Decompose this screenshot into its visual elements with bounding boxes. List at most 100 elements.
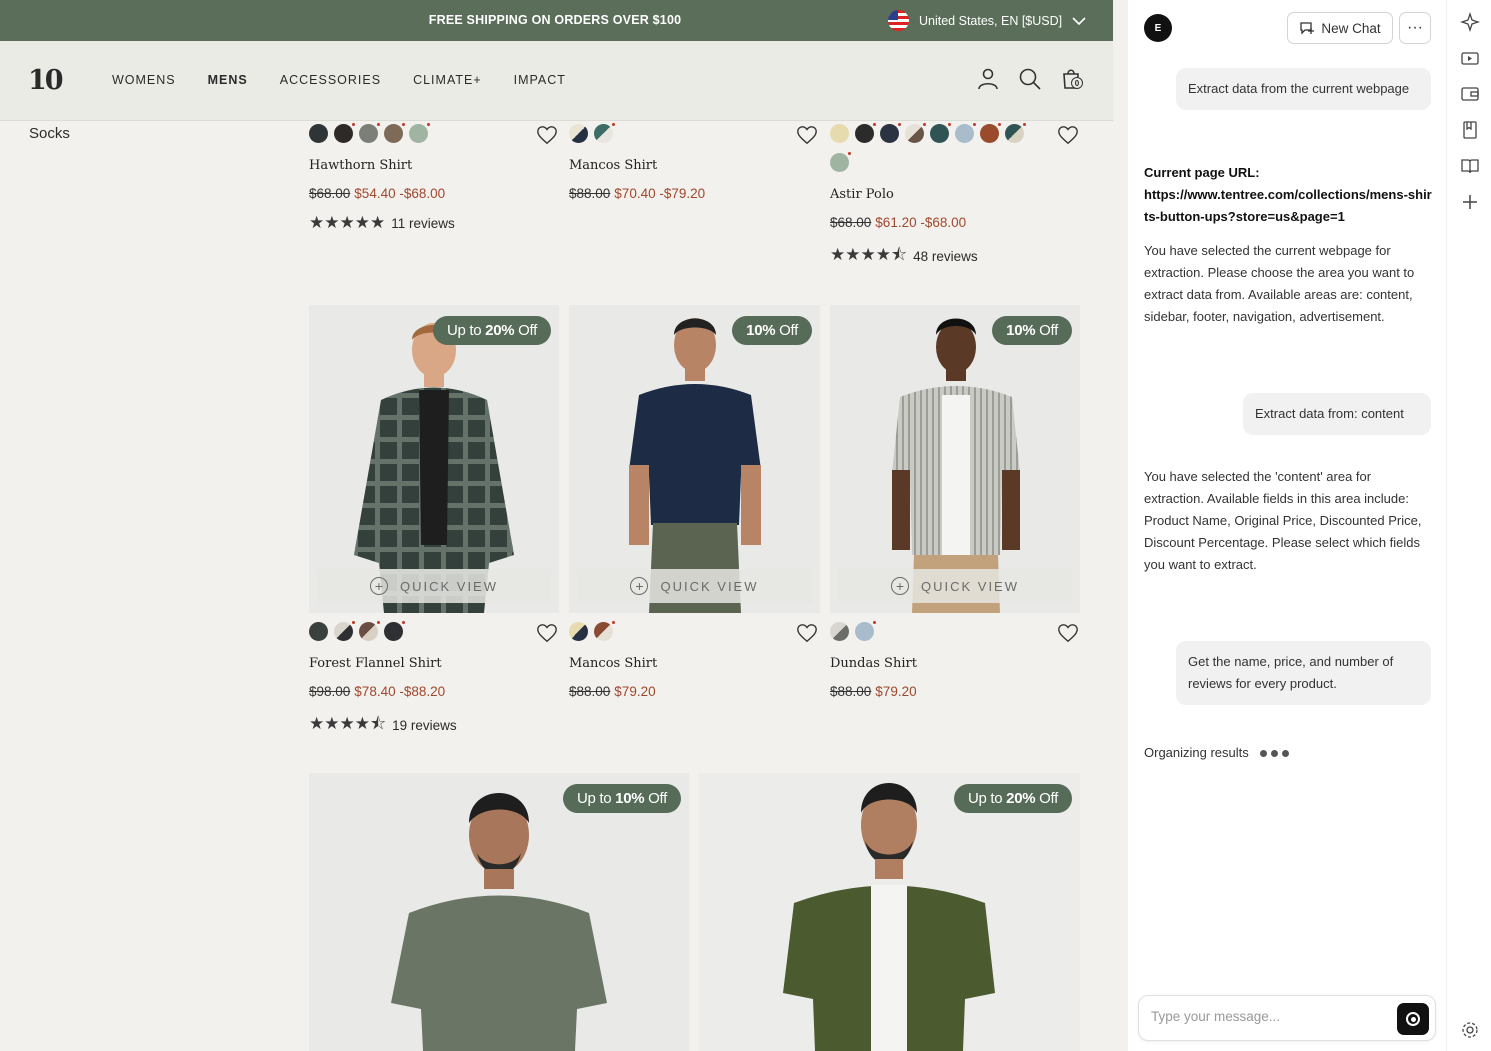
account-icon[interactable] [976,67,1000,91]
product-image[interactable]: 10% Off + QUICK VIEW [830,305,1080,613]
product-card[interactable]: Mancos Shirt $88.00 $79.20 [569,621,819,699]
color-swatch[interactable] [384,621,405,641]
user-message: Extract data from: content [1243,393,1431,435]
locale-selector[interactable]: United States, EN [$USD] [888,10,1086,31]
model-olive-shirt-image [783,783,995,1051]
color-swatch[interactable] [309,124,328,143]
rating-stars: ★★★★⯪ [309,714,387,733]
product-rating[interactable]: ★★★★⯪ 48 reviews [830,242,1080,271]
product-card[interactable]: Mancos Shirt $88.00 $70.40 -$79.20 [569,123,819,201]
color-swatch[interactable] [334,621,355,641]
product-rating[interactable]: ★★★★⯪ 19 reviews [309,711,559,740]
plus-circle-icon: + [630,577,649,595]
message-composer [1138,995,1436,1041]
bot-message: You have selected the 'content' area for… [1144,469,1422,572]
product-card[interactable]: Dundas Shirt $88.00 $79.20 [830,621,1080,699]
color-swatch[interactable] [594,621,615,641]
rating-stars: ★★★★⯪ [830,245,908,264]
product-image[interactable]: Up to 20% Off [699,773,1080,1051]
color-swatches [569,123,819,143]
color-swatch[interactable] [409,123,430,143]
new-chat-button[interactable]: New Chat [1287,12,1393,44]
color-swatch[interactable] [980,123,1001,143]
wishlist-heart-icon[interactable] [796,124,818,146]
color-swatch[interactable] [905,123,926,143]
product-price: $98.00 $78.40 -$88.20 [309,684,559,699]
color-swatch[interactable] [855,621,876,641]
assistant-panel: E New Chat ··· Extract data from the cur… [1128,0,1446,1051]
bot-message: Current page URL: https://www.tentree.co… [1144,162,1434,228]
product-name[interactable]: Mancos Shirt [569,656,819,671]
quick-view-button[interactable]: + QUICK VIEW [838,569,1072,603]
color-swatch[interactable] [359,123,380,143]
tentree-logo[interactable]: 10 [28,65,64,96]
user-avatar[interactable]: E [1144,14,1172,42]
color-swatch[interactable] [569,124,588,143]
color-swatch[interactable] [1005,123,1026,143]
send-button[interactable] [1397,1003,1429,1035]
quick-view-button[interactable]: + QUICK VIEW [577,569,812,603]
main-nav: WOMENS MENS ACCESSORIES CLIMATE+ IMPACT [112,73,566,87]
product-name[interactable]: Forest Flannel Shirt [309,656,559,671]
plus-icon[interactable] [1460,192,1480,212]
color-swatch[interactable] [830,124,849,143]
nav-climate[interactable]: CLIMATE+ [413,73,482,87]
color-swatch[interactable] [334,123,355,143]
wallet-icon[interactable] [1460,84,1480,104]
color-swatch[interactable] [955,123,976,143]
quick-view-button[interactable]: + QUICK VIEW [317,569,551,603]
more-options-button[interactable]: ··· [1399,12,1431,44]
rating-stars: ★★★★★ [309,213,386,232]
product-image[interactable]: Up to 10% Off [309,773,689,1051]
product-price: $88.00 $79.20 [569,684,819,699]
sale-price: $54.40 -$68.00 [354,186,446,201]
sparkle-icon[interactable] [1460,12,1480,32]
product-name[interactable]: Mancos Shirt [569,158,819,173]
product-name[interactable]: Hawthorn Shirt [309,158,559,173]
color-swatch[interactable] [855,123,876,143]
wishlist-heart-icon[interactable] [796,622,818,644]
product-card[interactable]: Astir Polo $68.00 $61.20 -$68.00 ★★★★⯪ 48 … [830,123,1080,271]
settings-gear-icon[interactable] [1460,1020,1480,1040]
wishlist-heart-icon[interactable] [1057,124,1079,146]
product-name[interactable]: Astir Polo [830,187,1080,202]
color-swatch[interactable] [880,123,901,143]
sidebar-item-socks[interactable]: Socks [29,125,70,142]
search-icon[interactable] [1018,67,1042,91]
nav-accessories[interactable]: ACCESSORIES [280,73,381,87]
color-swatch[interactable] [594,123,615,143]
cart-count-badge: 0 [1071,77,1083,89]
loading-dots-icon [1260,750,1290,758]
model-flannel-shirt-image [354,323,514,613]
nav-impact[interactable]: IMPACT [514,73,566,87]
wishlist-heart-icon[interactable] [1057,622,1079,644]
model-navy-shirt-image [629,318,761,613]
original-price: $88.00 [830,684,872,699]
message-input[interactable] [1151,1009,1391,1024]
product-card[interactable]: Hawthorn Shirt $68.00 $54.40 -$68.00 ★★★★… [309,123,559,233]
color-swatch[interactable] [309,622,328,641]
product-image[interactable]: 10% Off + QUICK VIEW [569,305,820,613]
color-swatch[interactable] [384,123,405,143]
product-rating[interactable]: ★★★★★ 11 reviews [309,213,559,233]
product-image[interactable]: Up to 20% Off + QUICK VIEW [309,305,559,613]
color-swatch[interactable] [830,622,849,641]
original-price: $98.00 [309,684,351,699]
cart-button[interactable]: 0 [1060,67,1084,91]
video-icon[interactable] [1460,48,1480,68]
color-swatch[interactable] [930,123,951,143]
product-card[interactable]: Forest Flannel Shirt $98.00 $78.40 -$88.2… [309,621,559,740]
plus-circle-icon: + [369,577,388,595]
wishlist-heart-icon[interactable] [536,622,558,644]
wishlist-heart-icon[interactable] [536,124,558,146]
book-open-icon[interactable] [1460,156,1480,176]
nav-womens[interactable]: WOMENS [112,73,176,87]
bookmark-icon[interactable] [1460,120,1480,140]
discount-badge: 10% Off [992,316,1072,345]
color-swatch[interactable] [569,622,588,641]
color-swatch[interactable] [830,152,851,172]
color-swatch[interactable] [359,621,380,641]
nav-mens[interactable]: MENS [208,73,248,87]
product-name[interactable]: Dundas Shirt [830,656,1080,671]
page-url: https://www.tentree.com/collections/mens… [1144,187,1432,224]
